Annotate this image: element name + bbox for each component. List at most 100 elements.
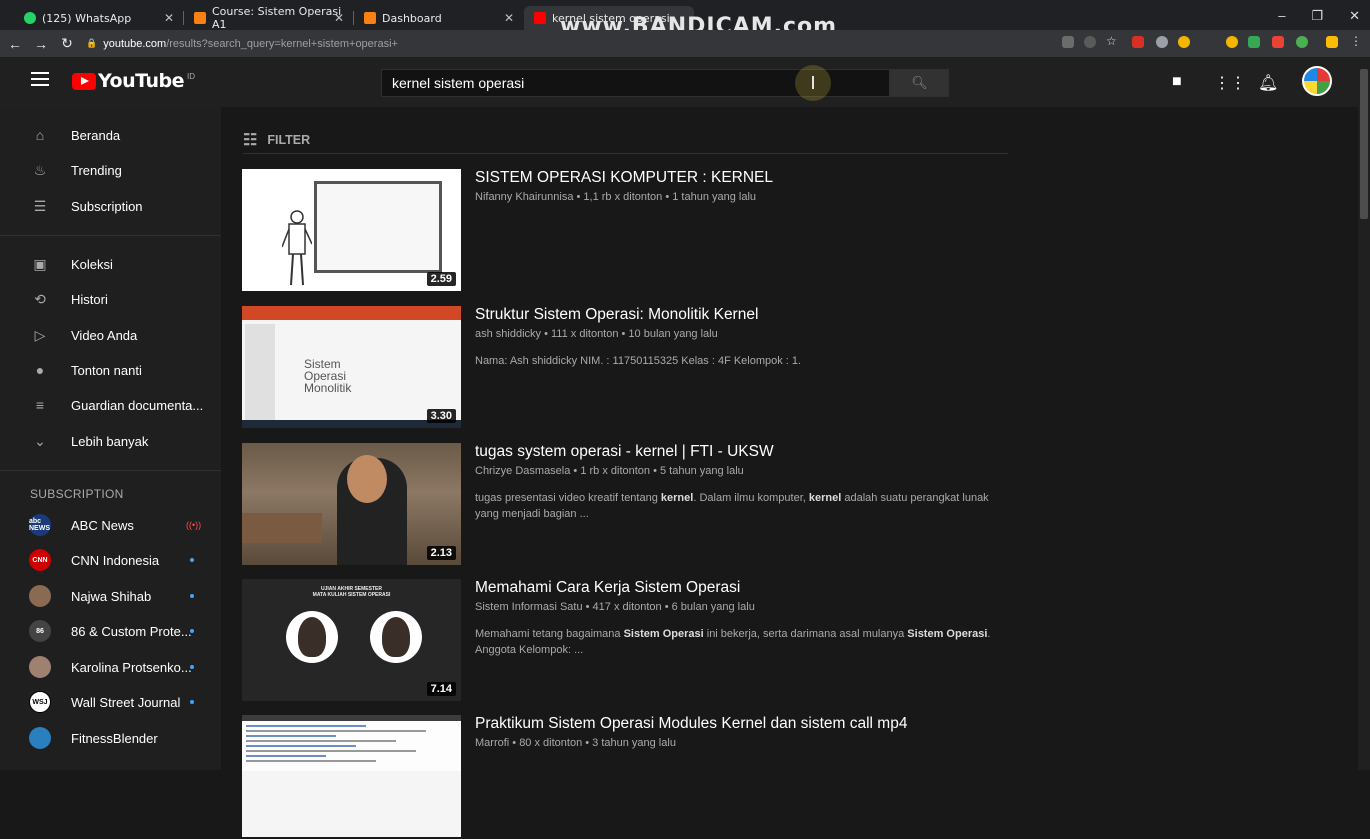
channel-avatar: WSJ — [29, 691, 51, 713]
video-thumbnail[interactable] — [242, 715, 461, 837]
avatar[interactable] — [1302, 66, 1332, 96]
country-code: ID — [186, 71, 195, 81]
history-icon: ⟲ — [34, 290, 46, 307]
terminal-line — [246, 735, 336, 737]
page-scrollbar[interactable] — [1358, 57, 1370, 770]
sidebar-item-lebih-banyak[interactable]: ⌄ Lebih banyak — [0, 424, 221, 458]
youtube-logo[interactable]: YouTube ID — [72, 70, 195, 92]
sidebar-item-label: 86 & Custom Prote... — [71, 623, 192, 639]
bookmark-star-icon[interactable]: ☆ — [1106, 34, 1118, 48]
sidebar-item-tonton-nanti[interactable]: ● Tonton nanti — [0, 353, 221, 387]
extension-icon[interactable] — [1326, 36, 1338, 48]
sidebar-channel-86-custom[interactable]: 86 86 & Custom Prote... — [0, 614, 221, 648]
video-duration: 2.13 — [426, 546, 456, 560]
extension-icon[interactable] — [1248, 36, 1260, 48]
sidebar-channel-abc-news[interactable]: abc NEWS ABC News ((•)) — [0, 508, 221, 542]
video-result[interactable]: UJIAN AKHIR SEMESTER MATA KULIAH SISTEM … — [242, 579, 1012, 703]
sidebar-item-histori[interactable]: ⟲ Histori — [0, 282, 221, 316]
terminal-line — [246, 740, 396, 742]
window-controls: – ❐ ✕ — [1278, 8, 1360, 24]
video-thumbnail[interactable]: Sistem Operasi Monolitik 3.30 — [242, 306, 461, 428]
youtube-play-icon — [72, 72, 96, 90]
sidebar-item-beranda[interactable]: ⌂ Beranda — [0, 118, 221, 152]
scrollbar-thumb[interactable] — [1360, 69, 1368, 219]
sidebar-item-trending[interactable]: ♨ Trending — [0, 153, 221, 187]
sidebar-channel-wsj[interactable]: WSJ Wall Street Journal — [0, 685, 221, 719]
sidebar-channel-karolina-protsenko[interactable]: Karolina Protsenko... — [0, 650, 221, 684]
sidebar-item-label: Wall Street Journal — [71, 694, 181, 710]
video-title[interactable]: Struktur Sistem Operasi: Monolitik Kerne… — [475, 306, 758, 324]
video-thumbnail[interactable]: 2.13 — [242, 443, 461, 565]
home-icon: ⌂ — [35, 127, 45, 143]
restore-icon[interactable]: ❐ — [1311, 8, 1323, 24]
video-duration: 2.59 — [426, 272, 456, 286]
video-description: tugas presentasi video kreatif tentang k… — [475, 492, 989, 520]
chevron-down-icon: ⌄ — [34, 432, 46, 449]
close-icon[interactable]: ✕ — [504, 11, 514, 25]
terminal-screenshot — [242, 715, 461, 771]
live-indicator-icon: ((•)) — [186, 520, 202, 530]
whatsapp-icon — [24, 12, 36, 24]
sidebar-item-subscription[interactable]: ☰ Subscription — [0, 189, 221, 223]
text-cursor-icon: I — [795, 65, 831, 101]
tab-title: Course: Sistem Operasi A1 — [212, 5, 342, 31]
close-icon[interactable]: ✕ — [164, 11, 174, 25]
video-title[interactable]: tugas system operasi - kernel | FTI - UK… — [475, 443, 774, 461]
extension-icon[interactable] — [1272, 36, 1284, 48]
zoom-icon[interactable] — [1084, 36, 1096, 48]
video-result[interactable]: 2.59 SISTEM OPERASI KOMPUTER : KERNEL Ni… — [242, 169, 1012, 293]
new-content-dot — [190, 700, 194, 704]
close-icon[interactable]: ✕ — [334, 11, 344, 25]
video-title[interactable]: SISTEM OPERASI KOMPUTER : KERNEL — [475, 169, 773, 187]
sidebar-item-koleksi[interactable]: ▣ Koleksi — [0, 247, 221, 281]
extension-icon[interactable] — [1226, 36, 1238, 48]
minimize-icon[interactable]: – — [1278, 8, 1285, 24]
video-title[interactable]: Praktikum Sistem Operasi Modules Kernel … — [475, 715, 907, 733]
terminal-line — [246, 755, 326, 757]
sidebar-channel-fitnessblender[interactable]: FitnessBlender — [0, 721, 221, 755]
translate-icon[interactable] — [1062, 36, 1074, 48]
url-field[interactable]: 🔒 youtube.com/results?search_query=kerne… — [86, 34, 1126, 54]
tab-title: (125) WhatsApp — [42, 11, 132, 25]
playlist-icon: ≡ — [35, 397, 45, 413]
sidebar-item-video-anda[interactable]: ▷ Video Anda — [0, 318, 221, 352]
tab-whatsapp[interactable]: (125) WhatsApp ✕ — [14, 6, 184, 30]
apps-grid-icon[interactable]: ⋮⋮ — [1214, 73, 1246, 93]
menu-dots-icon[interactable]: ⋮ — [1350, 34, 1362, 48]
reload-icon[interactable]: ↻ — [56, 35, 78, 52]
sidebar-channel-cnn-indonesia[interactable]: CNN CNN Indonesia — [0, 543, 221, 577]
video-meta: Nifanny Khairunnisa • 1,1 rb x ditonton … — [475, 191, 757, 203]
sidebar-item-label: Trending — [71, 162, 122, 178]
extension-icon[interactable] — [1156, 36, 1168, 48]
channel-avatar — [29, 727, 51, 749]
thumbnail-text: MATA KULIAH SISTEM OPERASI — [312, 592, 391, 598]
search-button[interactable]: 🔍︎ — [890, 69, 949, 97]
desk-shape — [242, 513, 322, 543]
terminal-line — [246, 725, 366, 727]
create-video-icon[interactable]: ■ — [1172, 73, 1182, 91]
channel-avatar — [29, 585, 51, 607]
video-result[interactable]: Sistem Operasi Monolitik 3.30 Struktur S… — [242, 306, 1012, 430]
filter-button[interactable]: ☷ FILTER — [243, 130, 310, 150]
thumbnail-text: Sistem Operasi Monolitik — [304, 357, 352, 395]
sidebar-item-guardian-documentary[interactable]: ≡ Guardian documenta... — [0, 388, 221, 422]
tab-course[interactable]: Course: Sistem Operasi A1 ✕ — [184, 5, 354, 31]
back-icon[interactable]: ← — [4, 36, 26, 52]
video-thumbnail[interactable]: 2.59 — [242, 169, 461, 291]
close-window-icon[interactable]: ✕ — [1349, 8, 1360, 24]
sidebar-channel-najwa-shihab[interactable]: Najwa Shihab — [0, 579, 221, 613]
video-thumbnail[interactable]: UJIAN AKHIR SEMESTER MATA KULIAH SISTEM … — [242, 579, 461, 701]
tab-dashboard[interactable]: Dashboard ✕ — [354, 6, 524, 30]
extension-icon[interactable] — [1178, 36, 1190, 48]
video-title[interactable]: Memahami Cara Kerja Sistem Operasi — [475, 579, 740, 597]
url-host: youtube.com — [103, 37, 167, 50]
notifications-bell-icon[interactable]: 🔔︎ — [1258, 73, 1278, 93]
forward-icon[interactable]: → — [30, 36, 52, 52]
terminal-line — [246, 730, 426, 732]
video-meta: Marrofi • 80 x ditonton • 3 tahun yang l… — [475, 737, 676, 749]
video-result[interactable]: 2.13 tugas system operasi - kernel | FTI… — [242, 443, 1012, 567]
video-result[interactable]: Praktikum Sistem Operasi Modules Kernel … — [242, 715, 1012, 839]
hamburger-menu-icon[interactable] — [31, 72, 49, 86]
extension-icon[interactable] — [1296, 36, 1308, 48]
extension-icon[interactable] — [1132, 36, 1144, 48]
